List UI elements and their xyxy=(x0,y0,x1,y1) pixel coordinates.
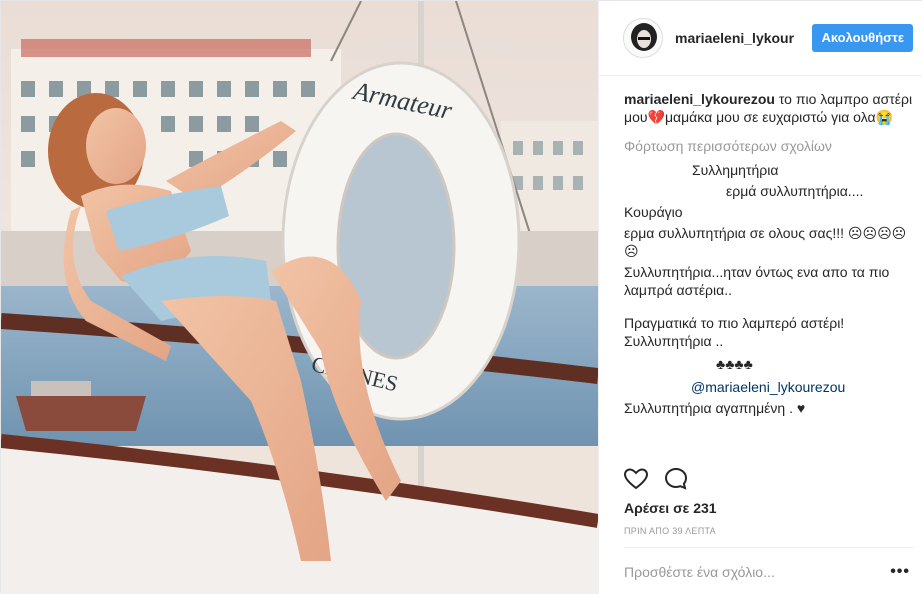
load-more-comments[interactable]: Φόρτωση περισσότερων σχολίων xyxy=(624,137,914,155)
follow-button[interactable]: Ακολουθήστε xyxy=(812,24,913,52)
comment-item: ερμά συλλυπητήρια.... xyxy=(726,183,864,199)
comment-icon[interactable] xyxy=(663,466,689,492)
divider xyxy=(624,547,914,548)
post-sidebar: mariaeleni_lykour Ακολουθήστε mariaeleni… xyxy=(598,1,922,594)
comment-item: Πραγματικά το πιο λαμπερό αστέρι! Συλλυπ… xyxy=(624,315,845,349)
comment-item: Συλλυπητήρια...ηταν όντως ενα απο τα πιο… xyxy=(624,264,890,298)
post-header: mariaeleni_lykour Ακολουθήστε xyxy=(599,1,922,76)
likes-count[interactable]: Αρέσει σε 231 xyxy=(624,500,717,516)
comment-item: ♣♣♣♣ xyxy=(716,356,753,372)
comment-item: @mariaeleni_lykourezou xyxy=(624,378,914,399)
caption-text-2: μαμάκα μου σε ευχαριστώ για ολα xyxy=(664,109,876,125)
post-modal: Armateur CANNES xyxy=(0,0,922,594)
comment-item: Κουράγιο xyxy=(624,204,683,220)
comment-item: Συλλυπητήρια αγαπημένη . ♥ xyxy=(624,400,806,416)
crying-emoji-icon: 😭 xyxy=(875,109,894,125)
comment-item: ερμα συλλυπητήρια σε ολους σας!!! ☹☹☹☹☹ xyxy=(624,225,907,259)
post-time[interactable]: ΠΡΙΝ ΑΠΟ 39 ΛΕΠΤΑ xyxy=(624,526,716,536)
photo-illustration: Armateur CANNES xyxy=(1,1,598,594)
mention-link[interactable]: @mariaeleni_lykourezou xyxy=(691,379,845,395)
more-options-button[interactable]: ••• xyxy=(890,563,910,581)
avatar[interactable] xyxy=(623,18,663,58)
comments-list[interactable]: mariaeleni_lykourezou το πιο λαμπρο αστέ… xyxy=(624,90,914,462)
caption-username[interactable]: mariaeleni_lykourezou xyxy=(624,91,775,107)
caption: mariaeleni_lykourezou το πιο λαμπρο αστέ… xyxy=(624,90,914,126)
comment-stack: Συλλημητήρια ερμά συλλυπητήρια.... Κουρά… xyxy=(624,161,914,420)
add-comment-input[interactable]: Προσθέστε ένα σχόλιο... xyxy=(624,564,775,580)
post-photo[interactable]: Armateur CANNES xyxy=(1,1,598,594)
heart-icon[interactable] xyxy=(623,466,649,492)
comment-item: Συλλημητήρια xyxy=(692,162,779,178)
broken-heart-icon: 💔 xyxy=(647,109,665,125)
action-bar xyxy=(623,464,703,494)
life-ring: Armateur CANNES xyxy=(281,61,521,421)
header-username[interactable]: mariaeleni_lykour xyxy=(675,30,794,46)
avatar-image xyxy=(624,19,662,57)
